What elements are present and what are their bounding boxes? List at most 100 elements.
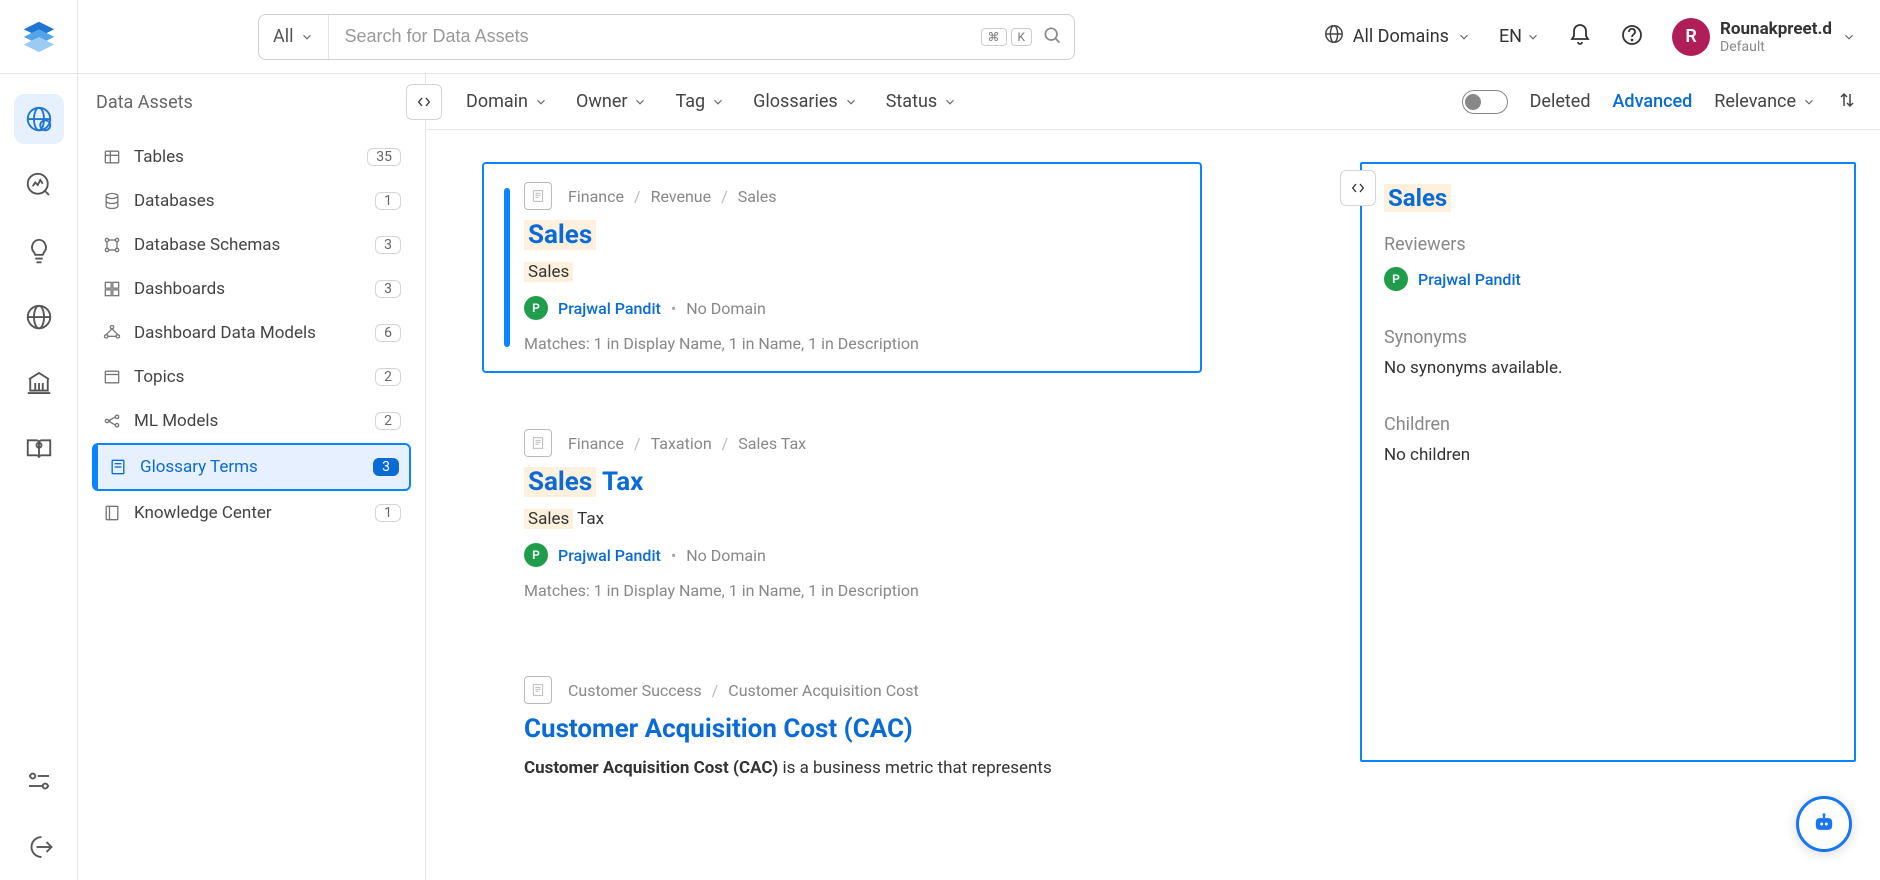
glossary-icon <box>524 429 552 457</box>
sidebar-item-label: Dashboards <box>134 279 225 299</box>
rail-observability[interactable] <box>14 160 64 210</box>
section-synonyms: Synonyms <box>1384 327 1832 348</box>
filter-tag[interactable]: Tag <box>675 91 725 112</box>
glossary-icon <box>524 676 552 704</box>
sidebar-item-topics[interactable]: Topics 2 <box>92 355 411 399</box>
rail-domains[interactable] <box>14 292 64 342</box>
result-card[interactable]: Customer Success/ Customer Acquisition C… <box>482 656 1320 798</box>
rail-insights[interactable] <box>14 226 64 276</box>
search-input[interactable] <box>329 15 969 59</box>
result-matches: Matches: 1 in Display Name, 1 in Name, 1… <box>524 581 1292 600</box>
sidebar-item-label: ML Models <box>134 411 218 431</box>
filter-glossaries[interactable]: Glossaries <box>753 91 858 112</box>
global-search: All ⌘ K <box>258 14 1075 60</box>
collapse-sidebar-button[interactable] <box>406 84 442 120</box>
result-title[interactable]: Sales <box>524 220 1174 250</box>
sidebar-item-knowledge[interactable]: Knowledge Center 1 <box>92 491 411 535</box>
user-menu[interactable]: R Rounakpreet.d Default <box>1672 18 1856 56</box>
result-card[interactable]: Finance/ Revenue/ Sales Sales Sales P Pr… <box>482 162 1202 373</box>
search-icon[interactable] <box>1042 25 1062 49</box>
detail-title: Sales <box>1384 184 1832 212</box>
data-assets-sidebar: Data Assets Tables 35 Databases 1 Database… <box>78 74 426 880</box>
sidebar-item-label: Database Schemas <box>134 235 280 255</box>
reviewer-avatar: P <box>1384 267 1408 291</box>
owner-link[interactable]: Prajwal Pandit <box>558 299 661 318</box>
sidebar-item-label: Dashboard Data Models <box>134 323 316 343</box>
search-shortcut: ⌘ K <box>981 28 1033 46</box>
domain-selector[interactable]: All Domains <box>1323 23 1471 50</box>
result-matches: Matches: 1 in Display Name, 1 in Name, 1… <box>524 334 1174 353</box>
result-description: Customer Acquisition Cost (CAC) is a bus… <box>524 758 1292 778</box>
sidebar-item-tables[interactable]: Tables 35 <box>92 135 411 179</box>
breadcrumb: Finance/ Revenue/ Sales <box>524 182 1174 210</box>
sidebar-item-count: 2 <box>375 368 401 386</box>
result-card[interactable]: Finance/ Taxation/ Sales Tax Sales Tax S… <box>482 409 1320 620</box>
rail-logout[interactable] <box>14 822 64 872</box>
breadcrumb: Customer Success/ Customer Acquisition C… <box>524 676 1292 704</box>
user-role: Default <box>1720 39 1832 55</box>
sidebar-item-dashboards[interactable]: Dashboards 3 <box>92 267 411 311</box>
chevron-down-icon <box>1526 30 1540 44</box>
sidebar-item-datamodels[interactable]: Dashboard Data Models 6 <box>92 311 411 355</box>
section-reviewers: Reviewers <box>1384 234 1832 255</box>
language-label: EN <box>1499 26 1522 47</box>
sidebar-item-glossary[interactable]: Glossary Terms 3 <box>92 443 411 491</box>
owner-link[interactable]: Prajwal Pandit <box>558 546 661 565</box>
owner-avatar: P <box>524 296 548 320</box>
results-list: Finance/ Revenue/ Sales Sales Sales P Pr… <box>426 74 1360 880</box>
rail-knowledge[interactable] <box>14 424 64 474</box>
sidebar-item-count: 2 <box>375 412 401 430</box>
sidebar-item-schemas[interactable]: Database Schemas 3 <box>92 223 411 267</box>
search-scope-label: All <box>273 26 294 47</box>
sidebar-item-label: Tables <box>134 147 184 167</box>
result-title[interactable]: Customer Acquisition Cost (CAC) <box>524 714 1292 744</box>
user-name: Rounakpreet.d <box>1720 19 1832 39</box>
sidebar-item-label: Glossary Terms <box>140 457 258 477</box>
nav-rail <box>0 74 78 880</box>
sidebar-item-count: 35 <box>367 148 401 166</box>
sidebar-item-count: 3 <box>373 458 399 476</box>
help-button[interactable] <box>1620 23 1644 51</box>
sidebar-item-databases[interactable]: Databases 1 <box>92 179 411 223</box>
result-subtitle: Sales <box>524 262 1174 282</box>
notifications-button[interactable] <box>1568 23 1592 51</box>
domain-label: All Domains <box>1353 26 1449 47</box>
glossary-icon <box>524 182 552 210</box>
detail-panel: Sales Reviewers P Prajwal Pandit Synonym… <box>1360 74 1880 880</box>
sidebar-title: Data Assets <box>92 92 411 113</box>
sidebar-item-count: 3 <box>375 236 401 254</box>
chatbot-button[interactable] <box>1796 796 1852 852</box>
filter-domain[interactable]: Domain <box>466 91 548 112</box>
search-scope-dropdown[interactable]: All <box>259 15 329 59</box>
globe-icon <box>1323 23 1345 50</box>
synonyms-value: No synonyms available. <box>1384 358 1832 378</box>
rail-explore[interactable] <box>14 94 64 144</box>
sidebar-item-count: 1 <box>375 504 401 522</box>
sidebar-item-label: Databases <box>134 191 215 211</box>
section-children: Children <box>1384 414 1832 435</box>
chevron-down-icon <box>1842 30 1856 44</box>
result-domain: No Domain <box>686 546 766 565</box>
language-selector[interactable]: EN <box>1499 26 1540 47</box>
collapse-detail-button[interactable] <box>1340 170 1376 206</box>
chevron-down-icon <box>1457 30 1471 44</box>
filter-status[interactable]: Status <box>886 91 957 112</box>
sidebar-item-count: 6 <box>375 324 401 342</box>
sidebar-item-mlmodels[interactable]: ML Models 2 <box>92 399 411 443</box>
children-value: No children <box>1384 445 1832 465</box>
breadcrumb: Finance/ Taxation/ Sales Tax <box>524 429 1292 457</box>
app-logo[interactable] <box>0 0 78 73</box>
sidebar-item-label: Topics <box>134 367 184 387</box>
rail-governance[interactable] <box>14 358 64 408</box>
owner-avatar: P <box>524 543 548 567</box>
reviewer-link[interactable]: Prajwal Pandit <box>1418 270 1521 289</box>
filter-owner[interactable]: Owner <box>576 91 648 112</box>
sidebar-item-label: Knowledge Center <box>134 503 272 523</box>
result-domain: No Domain <box>686 299 766 318</box>
user-avatar: R <box>1672 18 1710 56</box>
result-subtitle: Sales Tax <box>524 509 1292 529</box>
sidebar-item-count: 1 <box>375 192 401 210</box>
result-title[interactable]: Sales Tax <box>524 467 1292 497</box>
sidebar-item-count: 3 <box>375 280 401 298</box>
rail-settings[interactable] <box>14 756 64 806</box>
